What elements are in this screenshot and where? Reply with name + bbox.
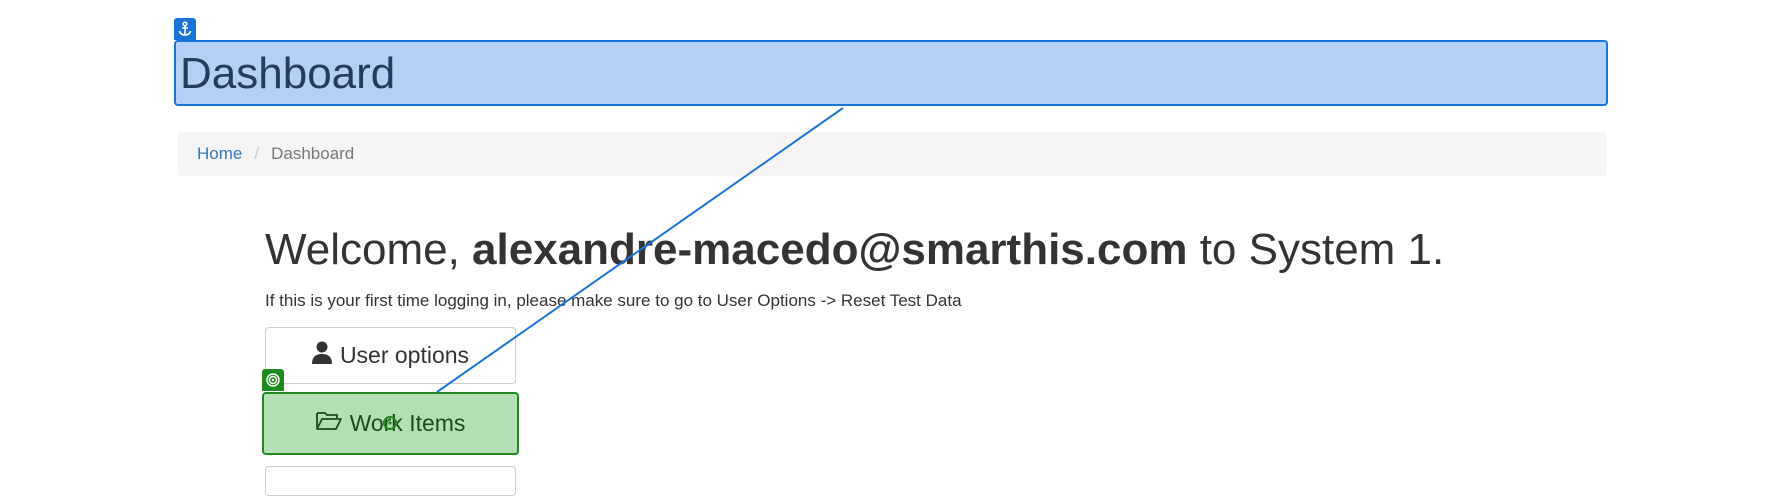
work-items-button[interactable]: Work Items (262, 392, 519, 455)
user-icon (311, 341, 332, 370)
work-items-label: Work Items (349, 410, 466, 436)
page-title-highlight: Dashboard (174, 40, 1608, 106)
breadcrumb: Home / Dashboard (178, 132, 1607, 176)
next-menu-button[interactable] (265, 466, 516, 496)
page-title: Dashboard (180, 49, 396, 98)
welcome-email: alexandre-macedo@smarthis.com (472, 225, 1188, 274)
welcome-prefix: Welcome, (265, 225, 460, 274)
first-login-hint: If this is your first time logging in, p… (265, 291, 962, 310)
breadcrumb-home-link[interactable]: Home (197, 144, 242, 164)
user-options-button[interactable]: User options (265, 327, 516, 384)
folder-open-icon (315, 410, 342, 437)
anchor-icon (174, 18, 196, 40)
welcome-suffix: to System 1. (1199, 225, 1445, 274)
user-options-label: User options (339, 342, 470, 368)
welcome-heading: Welcome, alexandre-macedo@smarthis.com t… (265, 222, 1444, 278)
breadcrumb-separator: / (254, 144, 260, 163)
target-icon (262, 369, 284, 391)
breadcrumb-current: Dashboard (271, 144, 355, 163)
